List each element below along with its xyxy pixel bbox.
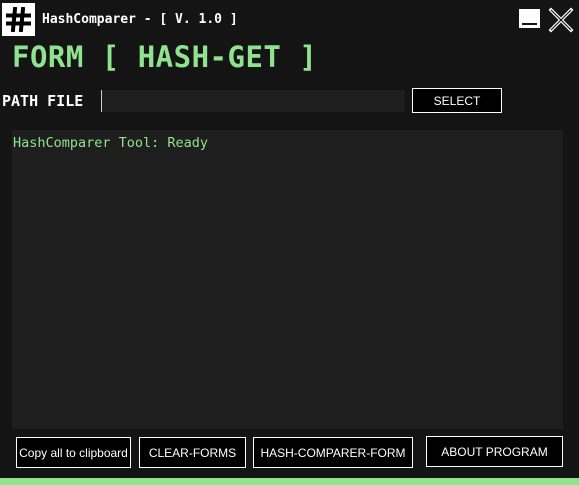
bottom-accent-bar [0,478,579,485]
hash-icon [2,3,35,36]
close-icon [548,7,574,33]
select-button[interactable]: SELECT [412,88,502,113]
path-file-input[interactable] [101,90,405,112]
path-file-label: PATH FILE [2,92,84,110]
output-textarea[interactable]: HashComparer Tool: Ready [12,130,563,429]
about-program-button[interactable]: ABOUT PROGRAM [426,436,563,467]
window-title: HashComparer - [ V. 1.0 ] [42,12,238,27]
hash-comparer-form-button[interactable]: HASH-COMPARER-FORM [253,437,413,468]
copy-all-button[interactable]: Copy all to clipboard [16,437,131,468]
app-window: HashComparer - [ V. 1.0 ] FORM [ HASH-GE… [0,0,579,485]
form-title: FORM [ HASH-GET ] [12,40,318,74]
title-bar[interactable]: HashComparer - [ V. 1.0 ] [0,0,579,40]
status-text: HashComparer Tool: Ready [13,135,209,151]
minimize-icon [522,23,537,25]
minimize-button[interactable] [519,9,540,28]
clear-forms-button[interactable]: CLEAR-FORMS [139,437,246,468]
close-button[interactable] [547,7,575,33]
